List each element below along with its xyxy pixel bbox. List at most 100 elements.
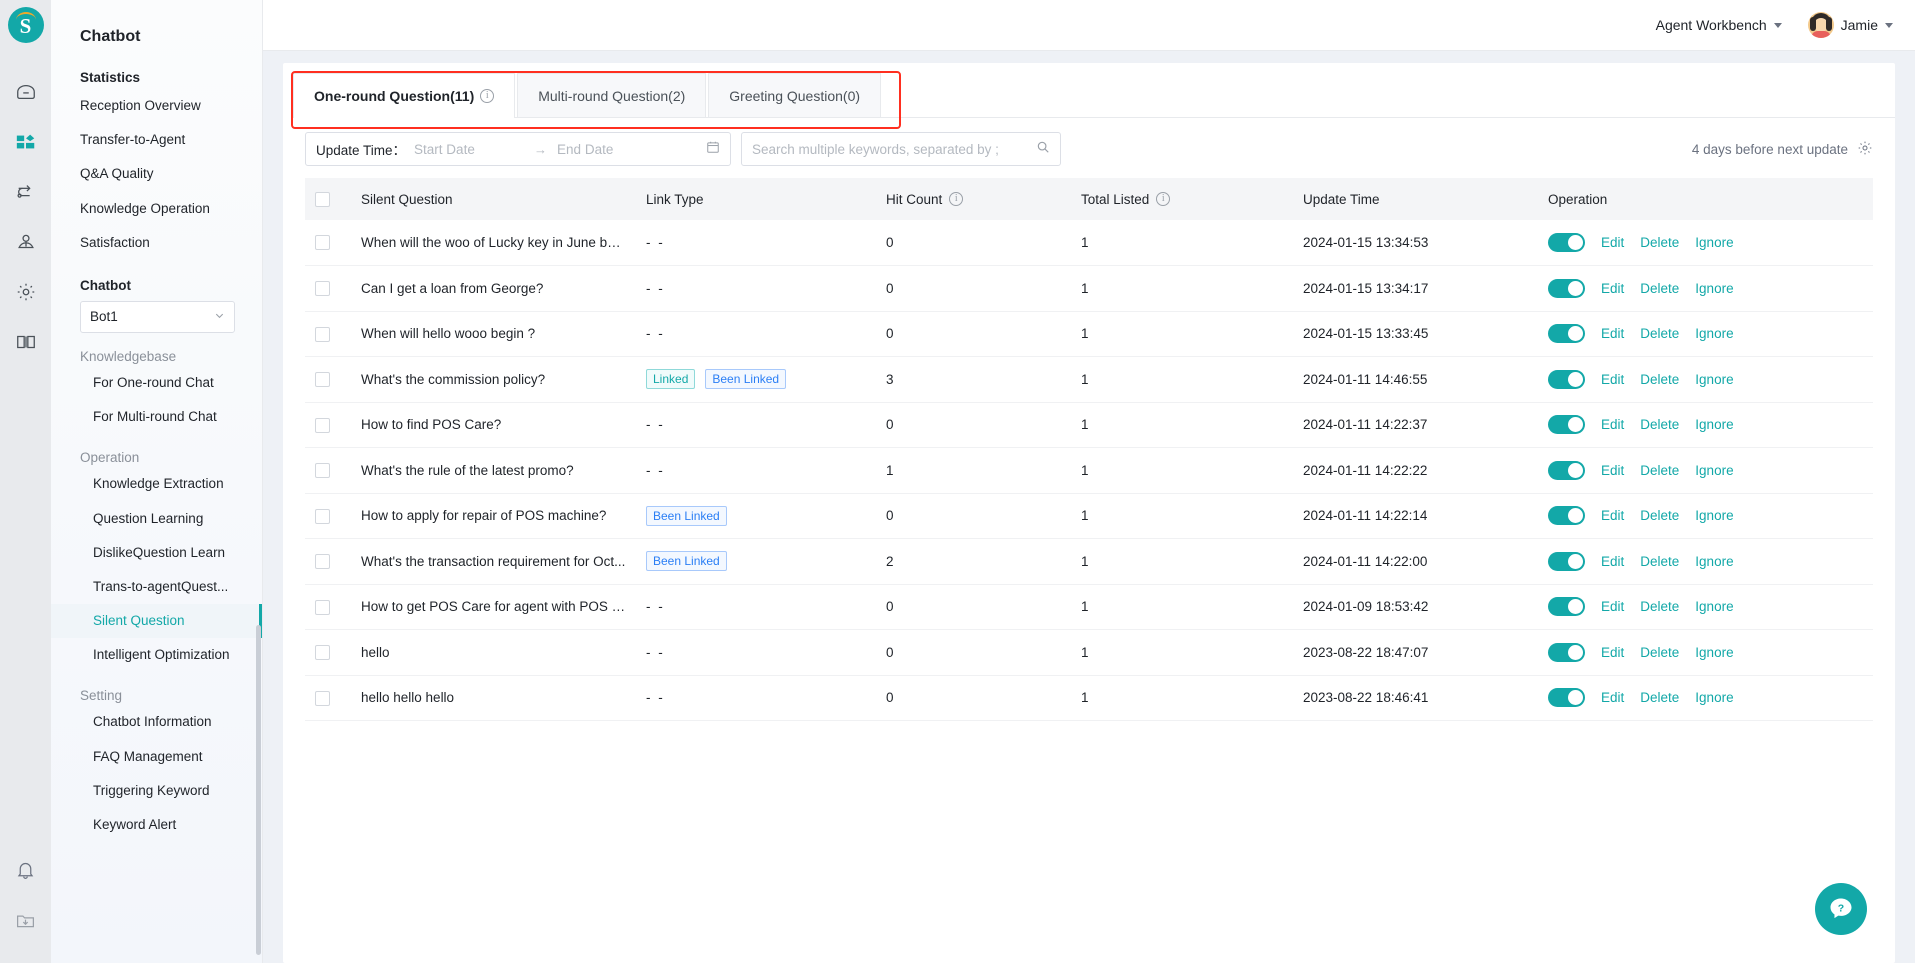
info-icon[interactable]: i [480,88,495,103]
enable-toggle[interactable] [1548,324,1585,344]
sidebar-item-for-multi-round-chat[interactable]: For Multi-round Chat [51,400,262,434]
delete-link[interactable]: Delete [1640,554,1679,569]
enable-toggle[interactable] [1548,233,1585,252]
agent-workbench-menu[interactable]: Agent Workbench [1656,17,1782,33]
tab-one-round-question[interactable]: One-round Question(11) i [293,73,516,118]
home-icon[interactable] [0,67,51,117]
bot-select[interactable]: Bot1 [80,300,235,333]
app-logo[interactable]: S [7,7,44,43]
enable-toggle[interactable] [1548,369,1585,389]
row-checkbox[interactable] [315,599,330,615]
delete-link[interactable]: Delete [1640,417,1679,432]
delete-link[interactable]: Delete [1640,690,1679,705]
ignore-link[interactable]: Ignore [1695,281,1733,296]
delete-link[interactable]: Delete [1640,235,1679,250]
ignore-link[interactable]: Ignore [1695,599,1733,614]
sidebar-item-knowledge-operation[interactable]: Knowledge Operation [51,192,262,226]
edit-link[interactable]: Edit [1601,463,1624,478]
enable-toggle[interactable] [1548,551,1585,571]
ignore-link[interactable]: Ignore [1695,326,1733,341]
sidebar-item-silent-question[interactable]: Silent Question [51,604,262,639]
select-all-checkbox[interactable] [315,191,330,207]
edit-link[interactable]: Edit [1601,554,1624,569]
edit-link[interactable]: Edit [1601,645,1624,660]
ignore-link[interactable]: Ignore [1695,235,1733,250]
sidebar-item-q-a-quality[interactable]: Q&A Quality [51,157,262,191]
info-icon[interactable]: i [949,192,964,206]
gear-icon[interactable] [1857,140,1873,159]
edit-link[interactable]: Edit [1601,417,1624,432]
ignore-link[interactable]: Ignore [1695,372,1733,387]
edit-link[interactable]: Edit [1601,235,1624,250]
bell-icon[interactable] [0,845,51,895]
update-time-range-picker[interactable]: Update Time： Start Date → End Date [305,132,731,166]
row-checkbox[interactable] [315,463,330,479]
sidebar-item-question-learning[interactable]: Question Learning [51,502,262,536]
delete-link[interactable]: Delete [1640,599,1679,614]
delete-link[interactable]: Delete [1640,645,1679,660]
sidebar-item-dislikequestion-learn[interactable]: DislikeQuestion Learn [51,536,262,570]
search-box[interactable]: Search multiple keywords, separated by ; [741,132,1061,166]
sidebar-item-knowledge-extraction[interactable]: Knowledge Extraction [51,467,262,501]
row-checkbox[interactable] [315,372,330,388]
download-icon[interactable] [0,895,51,945]
delete-link[interactable]: Delete [1640,508,1679,523]
delete-link[interactable]: Delete [1640,281,1679,296]
ignore-link[interactable]: Ignore [1695,417,1733,432]
enable-toggle[interactable] [1548,642,1585,662]
delete-link[interactable]: Delete [1640,463,1679,478]
row-checkbox[interactable] [315,281,330,297]
sidebar-item-transfer-to-agent[interactable]: Transfer-to-Agent [51,123,262,157]
edit-link[interactable]: Edit [1601,690,1624,705]
delete-link[interactable]: Delete [1640,326,1679,341]
search-icon[interactable] [1036,140,1050,159]
sidebar-item-trans-to-agentquest[interactable]: Trans-to-agentQuest... [51,570,262,604]
ignore-link[interactable]: Ignore [1695,554,1733,569]
row-checkbox[interactable] [315,326,330,342]
edit-link[interactable]: Edit [1601,372,1624,387]
dashboard-icon[interactable] [0,117,51,167]
sidebar-item-satisfaction[interactable]: Satisfaction [51,226,262,260]
tab-multi-round-question[interactable]: Multi-round Question(2) [517,73,707,117]
enable-toggle[interactable] [1548,688,1585,708]
calendar-icon[interactable] [706,140,720,159]
row-checkbox[interactable] [315,645,330,661]
row-checkbox[interactable] [315,554,330,570]
transfer-icon[interactable] [0,167,51,217]
ignore-link[interactable]: Ignore [1695,645,1733,660]
search-input[interactable]: Search multiple keywords, separated by ; [752,142,999,157]
delete-link[interactable]: Delete [1640,372,1679,387]
ignore-link[interactable]: Ignore [1695,463,1733,478]
settings-icon[interactable] [0,267,51,317]
sidebar-scrollbar[interactable] [256,625,261,955]
enable-toggle[interactable] [1548,506,1585,526]
enable-toggle[interactable] [1548,278,1585,298]
edit-link[interactable]: Edit [1601,281,1624,296]
agent-icon[interactable] [0,217,51,267]
edit-link[interactable]: Edit [1601,599,1624,614]
sidebar-item-reception-overview[interactable]: Reception Overview [51,89,262,123]
edit-link[interactable]: Edit [1601,508,1624,523]
info-icon[interactable]: i [1156,192,1171,206]
ignore-link[interactable]: Ignore [1695,690,1733,705]
sidebar-item-for-one-round-chat[interactable]: For One-round Chat [51,366,262,400]
help-button[interactable]: ? [1815,883,1867,935]
row-checkbox[interactable] [315,508,330,524]
sidebar-item-chatbot-information[interactable]: Chatbot Information [51,705,262,739]
sidebar-item-keyword-alert[interactable]: Keyword Alert [51,808,262,842]
sidebar-item-intelligent-optimization[interactable]: Intelligent Optimization [51,638,262,672]
end-date-input[interactable]: End Date [557,142,706,157]
tab-greeting-question[interactable]: Greeting Question(0) [708,73,882,117]
sidebar-item-triggering-keyword[interactable]: Triggering Keyword [51,774,262,808]
ignore-link[interactable]: Ignore [1695,508,1733,523]
edit-link[interactable]: Edit [1601,326,1624,341]
row-checkbox[interactable] [315,417,330,433]
start-date-input[interactable]: Start Date [414,142,534,157]
row-checkbox[interactable] [315,235,330,251]
enable-toggle[interactable] [1548,597,1585,617]
enable-toggle[interactable] [1548,415,1585,435]
sidebar-item-faq-management[interactable]: FAQ Management [51,740,262,774]
enable-toggle[interactable] [1548,460,1585,480]
row-checkbox[interactable] [315,690,330,706]
knowledge-book-icon[interactable] [0,317,51,367]
